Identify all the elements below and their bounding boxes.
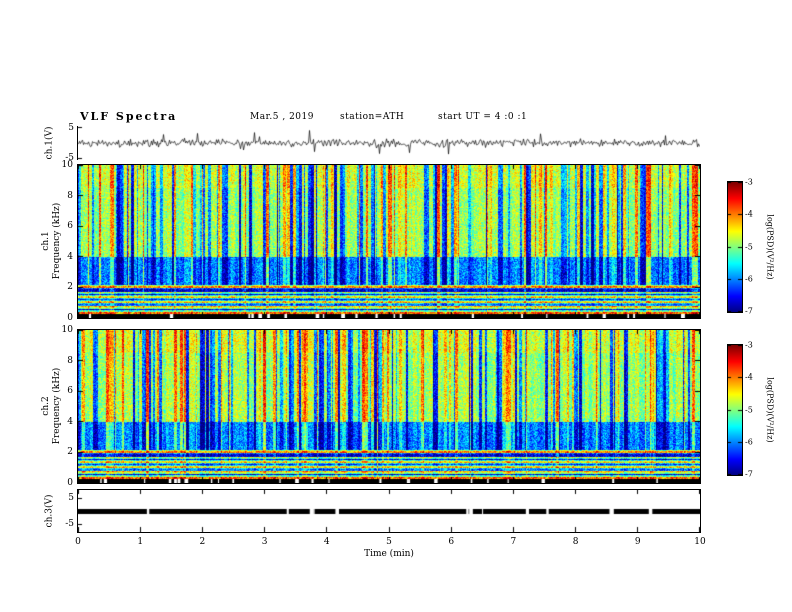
ch1-waveform-panel bbox=[77, 126, 700, 160]
ch1-ytick-pos: 5 bbox=[68, 123, 74, 133]
ch3-ytick-pos: 5 bbox=[68, 493, 74, 503]
ch2-colorbar-canvas bbox=[728, 345, 742, 475]
colorbar-tick-label: -4 bbox=[745, 372, 753, 382]
freq-tick-label: 8 bbox=[67, 355, 73, 366]
ch1-colorbar-label: log(PSD)(V²/Hz) bbox=[765, 214, 775, 280]
ch2-colorbar-label: log(PSD)(V²/Hz) bbox=[765, 377, 775, 443]
freq-tick-label: 4 bbox=[67, 251, 73, 262]
colorbar-tick-label: -4 bbox=[745, 209, 753, 219]
ch1-spectrogram-canvas bbox=[78, 165, 700, 318]
ch1-spectrogram-panel bbox=[77, 164, 701, 319]
ch1-colorbar-canvas bbox=[728, 182, 742, 312]
colorbar-tick-label: -3 bbox=[745, 340, 753, 350]
x-tick-label: 9 bbox=[634, 537, 641, 547]
freq-tick-label: 6 bbox=[67, 221, 73, 232]
colorbar-tick-label: -6 bbox=[745, 437, 753, 447]
x-tick-label: 3 bbox=[261, 537, 268, 547]
freq-tick-label: 4 bbox=[67, 416, 73, 427]
ch2-spectrogram-canvas bbox=[78, 330, 700, 483]
ch2-spectrogram-panel bbox=[77, 329, 701, 484]
x-tick-label: 2 bbox=[199, 537, 206, 547]
ch2-frequency-axis-label: ch.2 Frequency (kHz) bbox=[41, 368, 63, 445]
x-tick-label: 8 bbox=[572, 537, 579, 547]
freq-tick-label: 2 bbox=[67, 282, 73, 293]
colorbar-tick-label: -3 bbox=[745, 177, 753, 187]
colorbar-tick-label: -5 bbox=[745, 405, 753, 414]
freq-tick-label: 0 bbox=[67, 313, 73, 323]
ch2-axis-label-line1: ch.2 bbox=[41, 396, 51, 416]
ch1-colorbar bbox=[727, 181, 743, 313]
freq-tick-label: 6 bbox=[67, 386, 73, 397]
colorbar-tick-label: -7 bbox=[745, 469, 753, 479]
ch2-axis-label-line2: Frequency (kHz) bbox=[52, 367, 62, 445]
ch1-waveform-canvas bbox=[78, 126, 700, 160]
ch2-colorbar bbox=[727, 344, 743, 476]
freq-tick-label: 8 bbox=[67, 190, 73, 201]
ch1-axis-label-line2: Frequency (kHz) bbox=[52, 202, 62, 280]
x-tick-label: 5 bbox=[386, 537, 392, 547]
ch3-waveform-panel bbox=[77, 489, 701, 533]
colorbar-tick-label: -6 bbox=[745, 274, 753, 284]
x-tick-label: 7 bbox=[510, 537, 517, 547]
x-tick-label: 4 bbox=[323, 537, 330, 547]
ch3-ytick-neg: -5 bbox=[65, 519, 74, 529]
station-label: station=ATH bbox=[340, 112, 405, 122]
x-tick-label: 0 bbox=[75, 537, 81, 547]
freq-tick-label: 2 bbox=[67, 447, 73, 458]
x-tick-label: 6 bbox=[448, 537, 455, 547]
time-axis-label: Time (min) bbox=[364, 549, 414, 559]
x-tick-label: 10 bbox=[694, 537, 706, 547]
vlf-spectra-plot: VLF Spectra Mar.5 , 2019 station=ATH sta… bbox=[0, 0, 792, 612]
ch1-axis-label-line1: ch.1 bbox=[41, 231, 51, 251]
ch3-voltage-axis-label: ch.3(V) bbox=[44, 494, 55, 528]
plot-title: VLF Spectra bbox=[80, 110, 178, 123]
date-label: Mar.5 , 2019 bbox=[250, 112, 314, 122]
freq-tick-label: 10 bbox=[61, 325, 73, 335]
colorbar-tick-label: -5 bbox=[745, 242, 753, 251]
freq-tick-label: 10 bbox=[61, 160, 73, 170]
ch1-frequency-axis-label: ch.1 Frequency (kHz) bbox=[41, 203, 63, 280]
freq-tick-label: 0 bbox=[67, 478, 73, 488]
colorbar-tick-label: -7 bbox=[745, 306, 753, 316]
x-tick-label: 1 bbox=[137, 537, 144, 547]
ch1-voltage-axis-label: ch.1(V) bbox=[44, 126, 55, 160]
start-ut-label: start UT = 4 :0 :1 bbox=[438, 112, 528, 122]
ch3-waveform-canvas bbox=[78, 490, 700, 532]
